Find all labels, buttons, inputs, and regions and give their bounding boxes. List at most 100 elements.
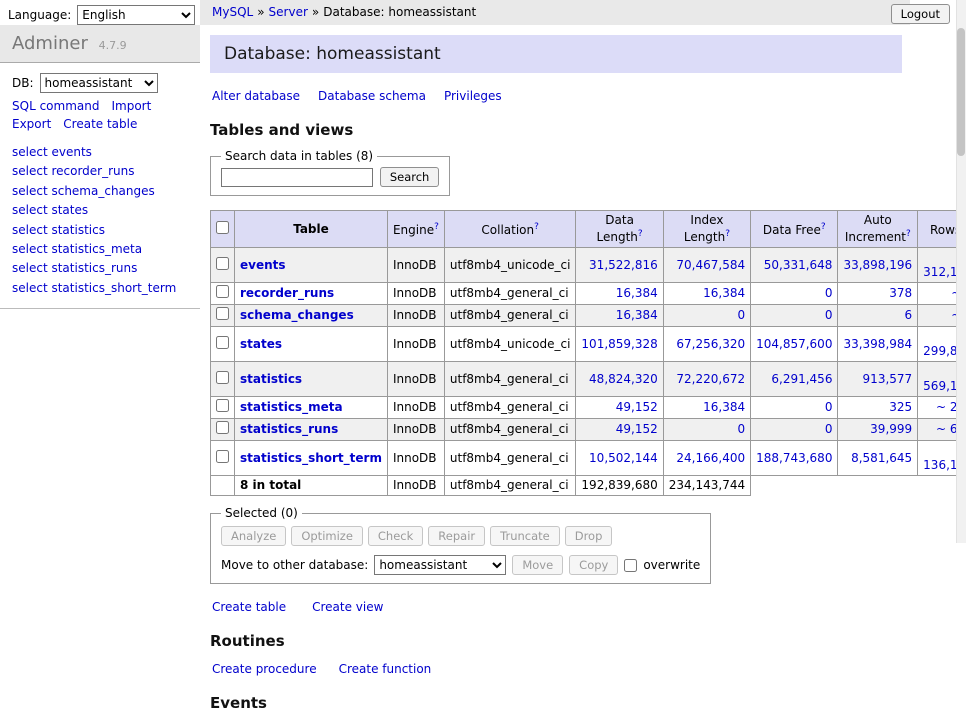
scrollbar-thumb[interactable] bbox=[957, 28, 965, 156]
search-input[interactable] bbox=[221, 168, 373, 187]
help-link[interactable]: ? bbox=[906, 229, 911, 239]
row-checkbox[interactable] bbox=[216, 421, 229, 434]
select-statistics-meta-link[interactable]: select statistics_meta bbox=[0, 240, 200, 259]
db-select[interactable]: homeassistant bbox=[40, 73, 158, 93]
sql-command-link[interactable]: SQL command bbox=[12, 99, 99, 113]
repair-button[interactable]: Repair bbox=[428, 526, 485, 546]
language-select[interactable]: English bbox=[77, 5, 195, 25]
select-schema-changes-link[interactable]: select schema_changes bbox=[0, 182, 200, 201]
select-all-checkbox[interactable] bbox=[216, 221, 229, 234]
optimize-button[interactable]: Optimize bbox=[291, 526, 363, 546]
auto-increment-link[interactable]: 325 bbox=[889, 400, 912, 414]
index-length-link[interactable]: 0 bbox=[737, 308, 745, 322]
row-checkbox[interactable] bbox=[216, 450, 229, 463]
row-checkbox[interactable] bbox=[216, 307, 229, 320]
engine-cell: InnoDB bbox=[387, 283, 444, 305]
row-checkbox[interactable] bbox=[216, 285, 229, 298]
data-length-link[interactable]: 31,522,816 bbox=[589, 258, 658, 272]
index-length-link[interactable]: 67,256,320 bbox=[676, 337, 745, 351]
auto-increment-link[interactable]: 39,999 bbox=[870, 422, 912, 436]
data-length-link[interactable]: 48,824,320 bbox=[589, 372, 658, 386]
data-length-link[interactable]: 16,384 bbox=[616, 286, 658, 300]
select-statistics-link[interactable]: select statistics bbox=[0, 221, 200, 240]
vertical-scrollbar[interactable] bbox=[956, 0, 966, 543]
overwrite-checkbox[interactable] bbox=[624, 559, 637, 572]
create-procedure-link[interactable]: Create procedure bbox=[212, 662, 317, 676]
adminer-logo-link[interactable]: Adminer bbox=[12, 33, 88, 54]
select-events-link[interactable]: select events bbox=[0, 143, 200, 162]
auto-increment-link[interactable]: 8,581,645 bbox=[851, 451, 912, 465]
help-link[interactable]: ? bbox=[534, 222, 539, 232]
check-button[interactable]: Check bbox=[368, 526, 423, 546]
index-length-link[interactable]: 16,384 bbox=[703, 400, 745, 414]
select-statistics-runs-link[interactable]: select statistics_runs bbox=[0, 259, 200, 278]
row-checkbox-cell bbox=[211, 283, 235, 305]
data-length-link[interactable]: 101,859,328 bbox=[581, 337, 657, 351]
table-name-link[interactable]: statistics_short_term bbox=[240, 451, 382, 465]
copy-button[interactable]: Copy bbox=[569, 555, 618, 575]
auto-increment-link[interactable]: 33,898,196 bbox=[843, 258, 912, 272]
help-link[interactable]: ? bbox=[434, 222, 439, 232]
data-free-link[interactable]: 0 bbox=[825, 286, 833, 300]
data-length-link[interactable]: 10,502,144 bbox=[589, 451, 658, 465]
data-free-link[interactable]: 50,331,648 bbox=[764, 258, 833, 272]
index-length-link[interactable]: 70,467,584 bbox=[676, 258, 745, 272]
search-button[interactable]: Search bbox=[380, 167, 440, 187]
breadcrumb-server-link[interactable]: Server bbox=[269, 5, 308, 19]
table-name-link[interactable]: recorder_runs bbox=[240, 286, 334, 300]
data-free-link[interactable]: 0 bbox=[825, 308, 833, 322]
create-function-link[interactable]: Create function bbox=[339, 662, 432, 676]
breadcrumb-current: Database: homeassistant bbox=[323, 5, 476, 19]
table-name-link[interactable]: statistics_meta bbox=[240, 400, 343, 414]
select-states-link[interactable]: select states bbox=[0, 201, 200, 220]
overwrite-label: overwrite bbox=[643, 558, 700, 572]
data-free-link[interactable]: 104,857,600 bbox=[756, 337, 832, 351]
index-length-link[interactable]: 72,220,672 bbox=[676, 372, 745, 386]
table-name-link[interactable]: statistics_runs bbox=[240, 422, 338, 436]
search-legend: Search data in tables (8) bbox=[221, 149, 377, 163]
data-free-link[interactable]: 0 bbox=[825, 422, 833, 436]
data-length-link[interactable]: 49,152 bbox=[616, 422, 658, 436]
db-label: DB: bbox=[12, 76, 34, 90]
help-link[interactable]: ? bbox=[725, 229, 730, 239]
table-name-link[interactable]: schema_changes bbox=[240, 308, 354, 322]
import-link[interactable]: Import bbox=[111, 99, 151, 113]
move-db-select[interactable]: homeassistant bbox=[374, 555, 506, 575]
index-length-link[interactable]: 16,384 bbox=[703, 286, 745, 300]
create-table-link[interactable]: Create table bbox=[212, 600, 286, 614]
data-free-link[interactable]: 0 bbox=[825, 400, 833, 414]
row-checkbox[interactable] bbox=[216, 257, 229, 270]
data-free-link[interactable]: 6,291,456 bbox=[771, 372, 832, 386]
alter-database-link[interactable]: Alter database bbox=[212, 89, 300, 103]
row-checkbox[interactable] bbox=[216, 399, 229, 412]
auto-increment-link[interactable]: 913,577 bbox=[863, 372, 913, 386]
row-checkbox[interactable] bbox=[216, 336, 229, 349]
auto-increment-link[interactable]: 6 bbox=[905, 308, 913, 322]
data-length-link[interactable]: 16,384 bbox=[616, 308, 658, 322]
create-table-link[interactable]: Create table bbox=[63, 117, 137, 131]
truncate-button[interactable]: Truncate bbox=[490, 526, 560, 546]
table-name-link[interactable]: states bbox=[240, 337, 282, 351]
auto-increment-link[interactable]: 378 bbox=[889, 286, 912, 300]
database-schema-link[interactable]: Database schema bbox=[318, 89, 426, 103]
row-checkbox[interactable] bbox=[216, 371, 229, 384]
privileges-link[interactable]: Privileges bbox=[444, 89, 502, 103]
select-statistics-short-term-link[interactable]: select statistics_short_term bbox=[0, 279, 200, 298]
help-link[interactable]: ? bbox=[638, 229, 643, 239]
export-link[interactable]: Export bbox=[12, 117, 51, 131]
table-name-link[interactable]: events bbox=[240, 258, 286, 272]
analyze-button[interactable]: Analyze bbox=[221, 526, 286, 546]
table-name-link[interactable]: statistics bbox=[240, 372, 302, 386]
breadcrumb-mysql-link[interactable]: MySQL bbox=[212, 5, 253, 19]
create-view-link[interactable]: Create view bbox=[312, 600, 383, 614]
auto-increment-link[interactable]: 33,398,984 bbox=[843, 337, 912, 351]
index-length-link[interactable]: 0 bbox=[737, 422, 745, 436]
select-recorder-runs-link[interactable]: select recorder_runs bbox=[0, 162, 200, 181]
move-button[interactable]: Move bbox=[512, 555, 563, 575]
data-free-link[interactable]: 188,743,680 bbox=[756, 451, 832, 465]
help-link[interactable]: ? bbox=[821, 222, 826, 232]
index-length-link[interactable]: 24,166,400 bbox=[676, 451, 745, 465]
drop-button[interactable]: Drop bbox=[565, 526, 613, 546]
data-length-link[interactable]: 49,152 bbox=[616, 400, 658, 414]
logout-button[interactable]: Logout bbox=[891, 4, 950, 24]
